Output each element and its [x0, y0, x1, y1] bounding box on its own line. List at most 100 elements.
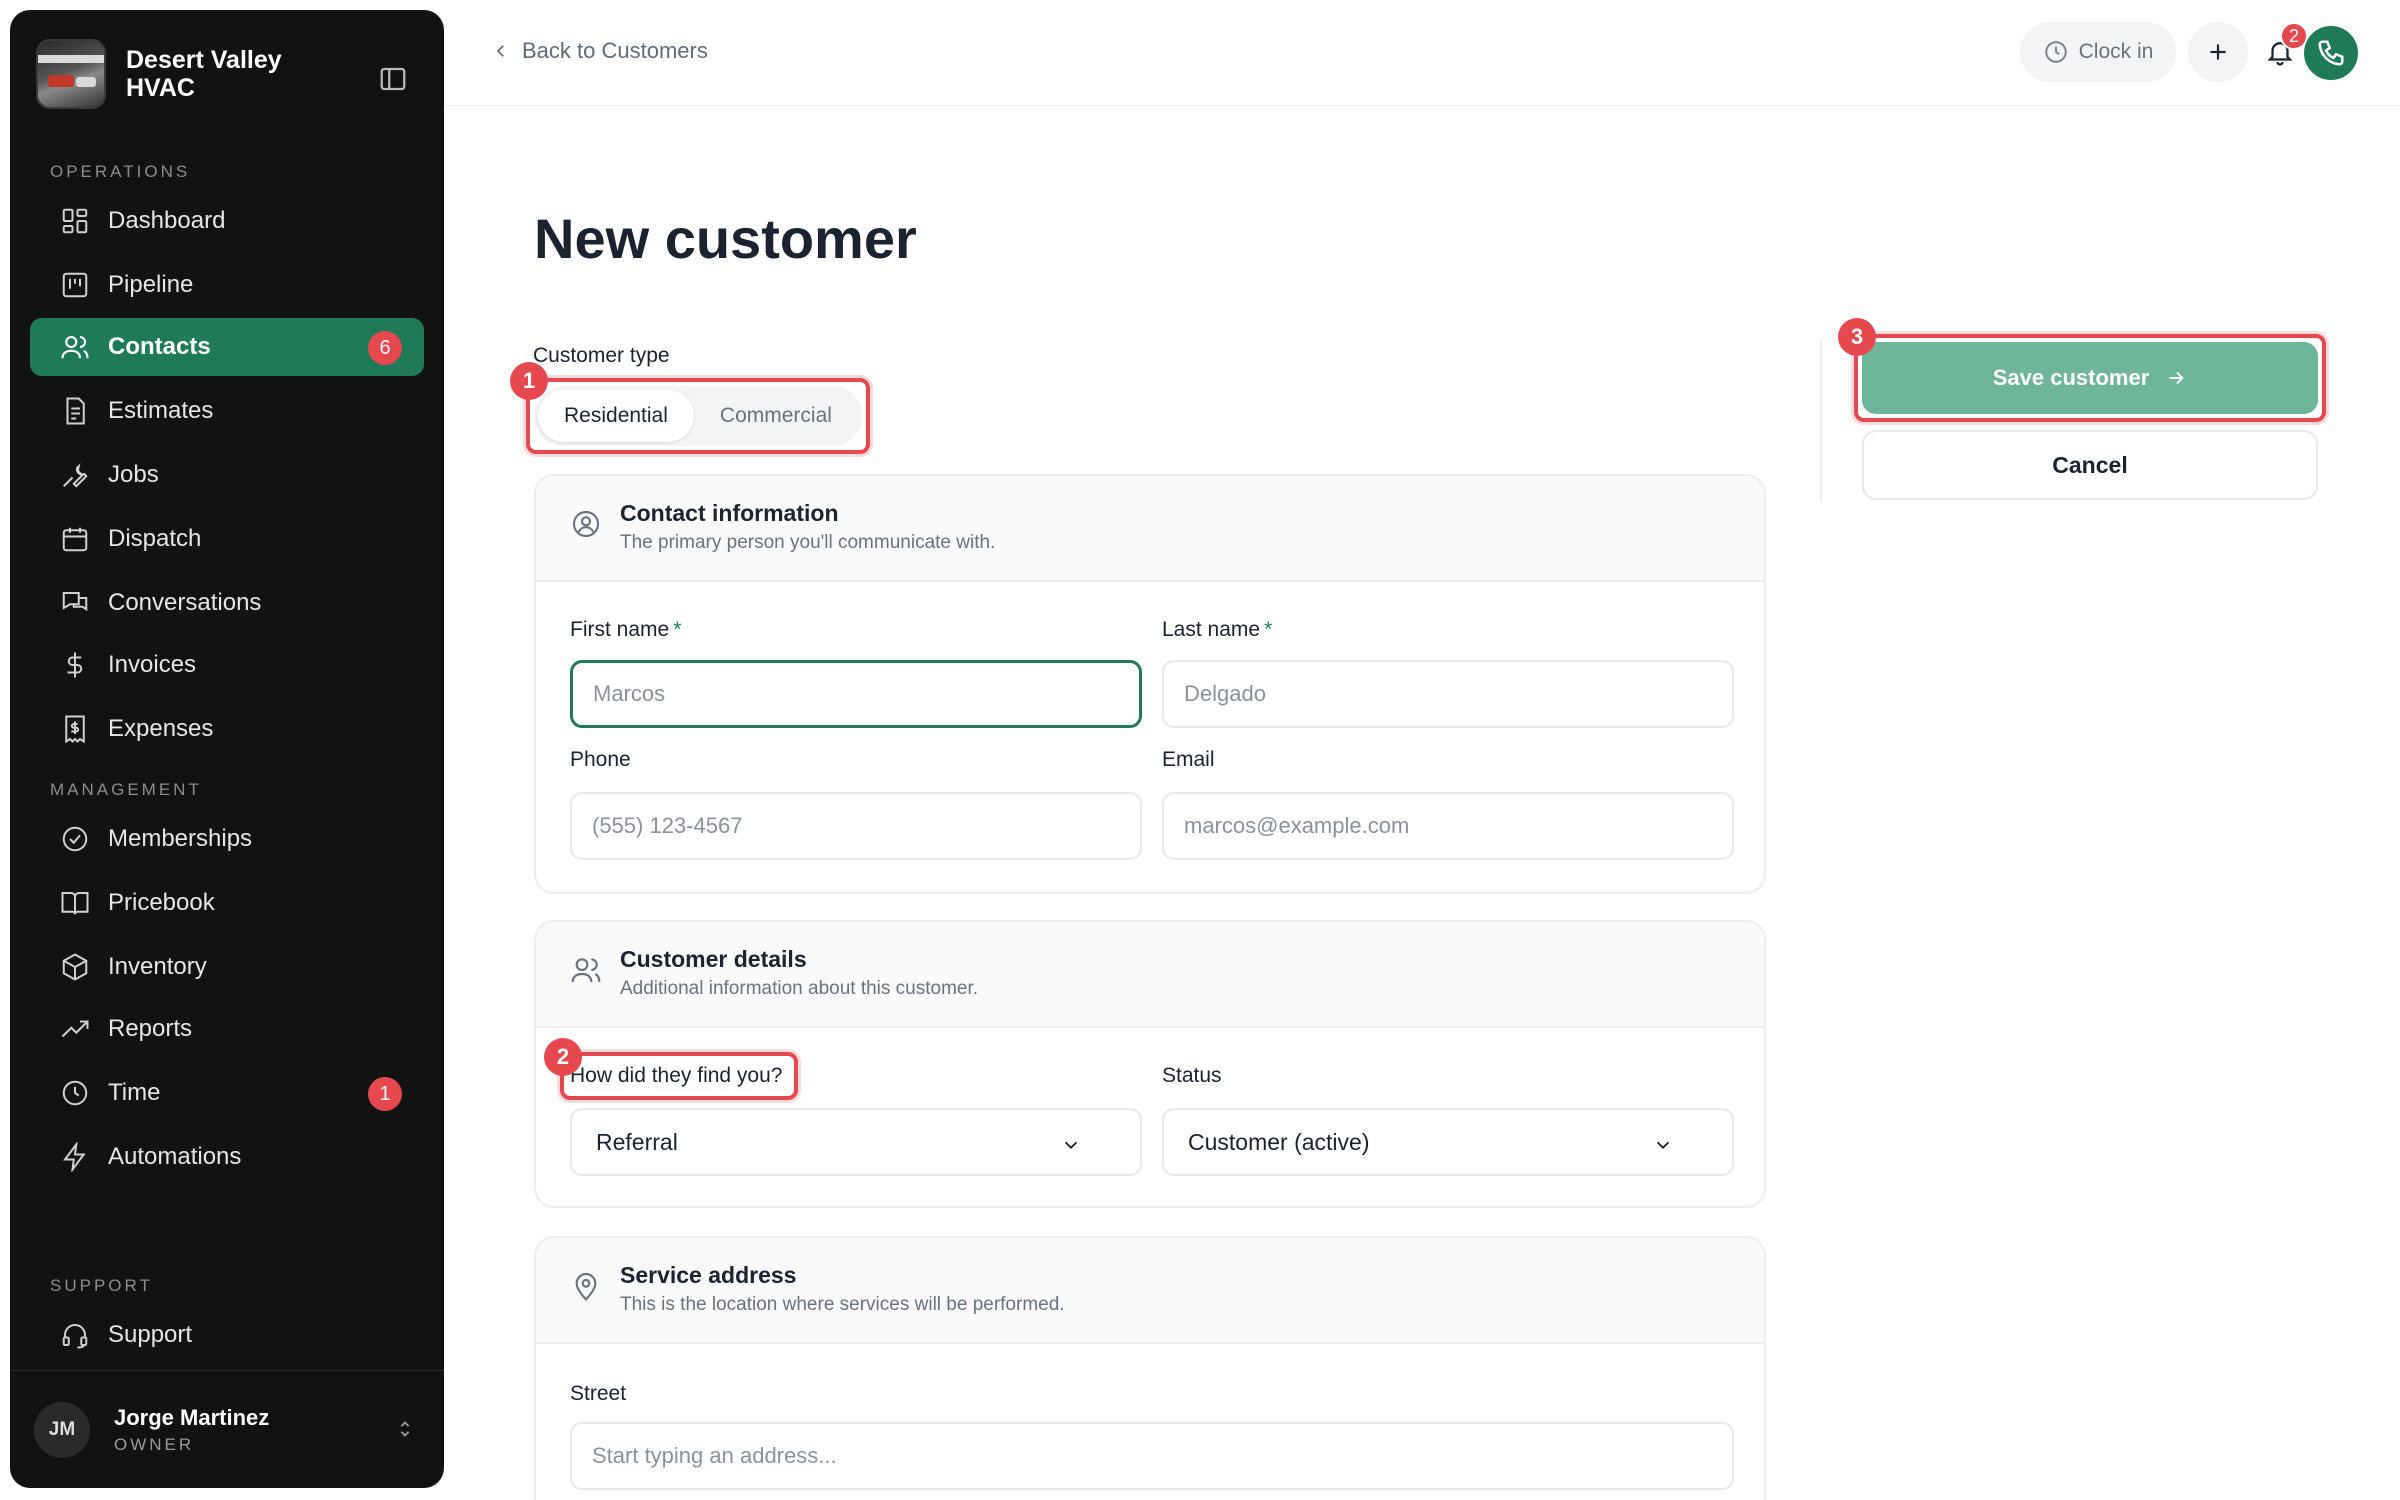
sidebar-item-label: Expenses: [108, 715, 214, 742]
contacts-count-badge: 6: [368, 331, 402, 365]
sidebar-item-label: Dispatch: [108, 525, 202, 552]
user-role: OWNER: [114, 1435, 195, 1454]
residential-option[interactable]: Residential: [538, 390, 694, 442]
action-column-divider: [1820, 340, 1822, 502]
sidebar-item-label: Automations: [108, 1143, 242, 1170]
phone-button[interactable]: [2304, 26, 2358, 80]
section-label-operations: OPERATIONS: [50, 162, 191, 181]
first-name-label: First name *: [570, 618, 682, 641]
headset-icon: [58, 1318, 92, 1352]
sidebar-item-pricebook[interactable]: Pricebook: [30, 874, 424, 932]
card-title: Contact information: [620, 500, 839, 526]
sidebar-item-contacts[interactable]: Contacts 6: [30, 318, 424, 376]
sidebar-item-label: Time: [108, 1079, 161, 1106]
avatar: JM: [34, 1402, 90, 1458]
users-icon: [570, 954, 602, 991]
card-header: Contact information The primary person y…: [536, 476, 1764, 582]
sidebar-item-expenses[interactable]: Expenses: [30, 700, 424, 758]
sidebar-item-reports[interactable]: Reports: [30, 1000, 424, 1058]
estimates-icon: [58, 394, 92, 428]
bolt-icon: [58, 1140, 92, 1174]
sidebar-item-label: Dashboard: [108, 207, 226, 234]
trend-icon: [58, 1012, 92, 1046]
topbar: Back to Customers Clock in 2: [444, 0, 2400, 106]
sidebar-item-label: Pipeline: [108, 271, 194, 298]
sidebar-item-invoices[interactable]: Invoices: [30, 636, 424, 694]
contacts-icon: [58, 330, 92, 364]
sidebar-item-label: Conversations: [108, 589, 262, 616]
chat-icon: [58, 586, 92, 620]
sidebar-item-label: Contacts: [108, 333, 211, 360]
phone-icon: [2318, 40, 2344, 66]
chevron-up-down-icon[interactable]: [394, 1418, 416, 1445]
email-label: Email: [1162, 748, 1215, 771]
commercial-option[interactable]: Commercial: [694, 390, 858, 442]
annotation-marker-3: 3: [1838, 318, 1876, 356]
section-label-support: SUPPORT: [50, 1276, 153, 1295]
lead-source-select[interactable]: Referral: [570, 1108, 1142, 1176]
sidebar-item-dispatch[interactable]: Dispatch: [30, 510, 424, 568]
brand[interactable]: Desert Valley HVAC: [36, 34, 326, 114]
user-menu[interactable]: JM Jorge Martinez OWNER: [34, 1402, 428, 1458]
dollar-icon: [58, 648, 92, 682]
sidebar-item-time[interactable]: Time 1: [30, 1064, 424, 1122]
card-title: Service address: [620, 1262, 797, 1288]
sidebar-item-label: Jobs: [108, 461, 159, 488]
sidebar-item-support[interactable]: Support: [30, 1306, 424, 1364]
plus-icon: [2210, 44, 2226, 60]
sidebar-item-jobs[interactable]: Jobs: [30, 446, 424, 504]
lead-source-label: How did they find you?: [570, 1064, 783, 1087]
user-name: Jorge Martinez: [114, 1405, 270, 1430]
sidebar-item-label: Invoices: [108, 651, 197, 678]
clock-icon: [2044, 41, 2067, 63]
section-label-management: MANAGEMENT: [50, 780, 202, 799]
sidebar-item-conversations[interactable]: Conversations: [30, 574, 424, 632]
sidebar-item-label: Memberships: [108, 825, 253, 852]
sidebar-item-label: Reports: [108, 1015, 193, 1042]
add-button[interactable]: [2188, 22, 2248, 82]
map-pin-icon: [570, 1270, 602, 1307]
customer-details-card: Customer details Additional information …: [534, 920, 1766, 1208]
brand-name: Desert Valley HVAC: [126, 46, 282, 102]
street-field[interactable]: [570, 1422, 1734, 1490]
sidebar-toggle-icon[interactable]: [378, 64, 408, 94]
dashboard-icon: [58, 204, 92, 238]
last-name-field[interactable]: [1162, 660, 1734, 728]
street-label: Street: [570, 1382, 627, 1405]
sidebar-item-label: Pricebook: [108, 889, 215, 916]
back-to-customers-link[interactable]: Back to Customers: [492, 38, 708, 64]
sidebar-item-inventory[interactable]: Inventory: [30, 938, 424, 996]
card-header: Service address This is the location whe…: [536, 1238, 1764, 1344]
card-title: Customer details: [620, 946, 807, 972]
card-subtitle: Additional information about this custom…: [620, 978, 979, 999]
back-label: Back to Customers: [522, 38, 708, 63]
annotation-marker-1: 1: [510, 362, 548, 400]
sidebar-item-pipeline[interactable]: Pipeline: [30, 256, 424, 314]
first-name-field[interactable]: [570, 660, 1142, 728]
sidebar-item-automations[interactable]: Automations: [30, 1128, 424, 1186]
user-circle-icon: [570, 508, 602, 545]
sidebar-item-memberships[interactable]: Memberships: [30, 810, 424, 868]
cancel-button[interactable]: Cancel: [1862, 430, 2318, 500]
phone-field[interactable]: [570, 792, 1142, 860]
chevron-left-icon: [496, 45, 504, 57]
notifications-button[interactable]: 2: [2250, 22, 2310, 82]
receipt-icon: [58, 712, 92, 746]
badge-check-icon: [58, 822, 92, 856]
sidebar-divider: [10, 1370, 444, 1371]
status-select[interactable]: Customer (active): [1162, 1108, 1734, 1176]
sidebar-item-dashboard[interactable]: Dashboard: [30, 192, 424, 250]
clock-in-button[interactable]: Clock in: [2020, 22, 2176, 82]
lead-source-value: Referral: [596, 1128, 678, 1155]
sidebar-item-estimates[interactable]: Estimates: [30, 382, 424, 440]
chevron-down-icon: [1652, 1134, 1674, 1162]
email-field[interactable]: [1162, 792, 1734, 860]
box-icon: [58, 950, 92, 984]
annotation-marker-2: 2: [544, 1038, 582, 1076]
book-icon: [58, 886, 92, 920]
last-name-label: Last name *: [1162, 618, 1273, 641]
wrench-icon: [58, 458, 92, 492]
sidebar-item-label: Inventory: [108, 953, 207, 980]
page-title: New customer: [534, 207, 917, 270]
save-customer-button[interactable]: Save customer: [1862, 342, 2318, 414]
